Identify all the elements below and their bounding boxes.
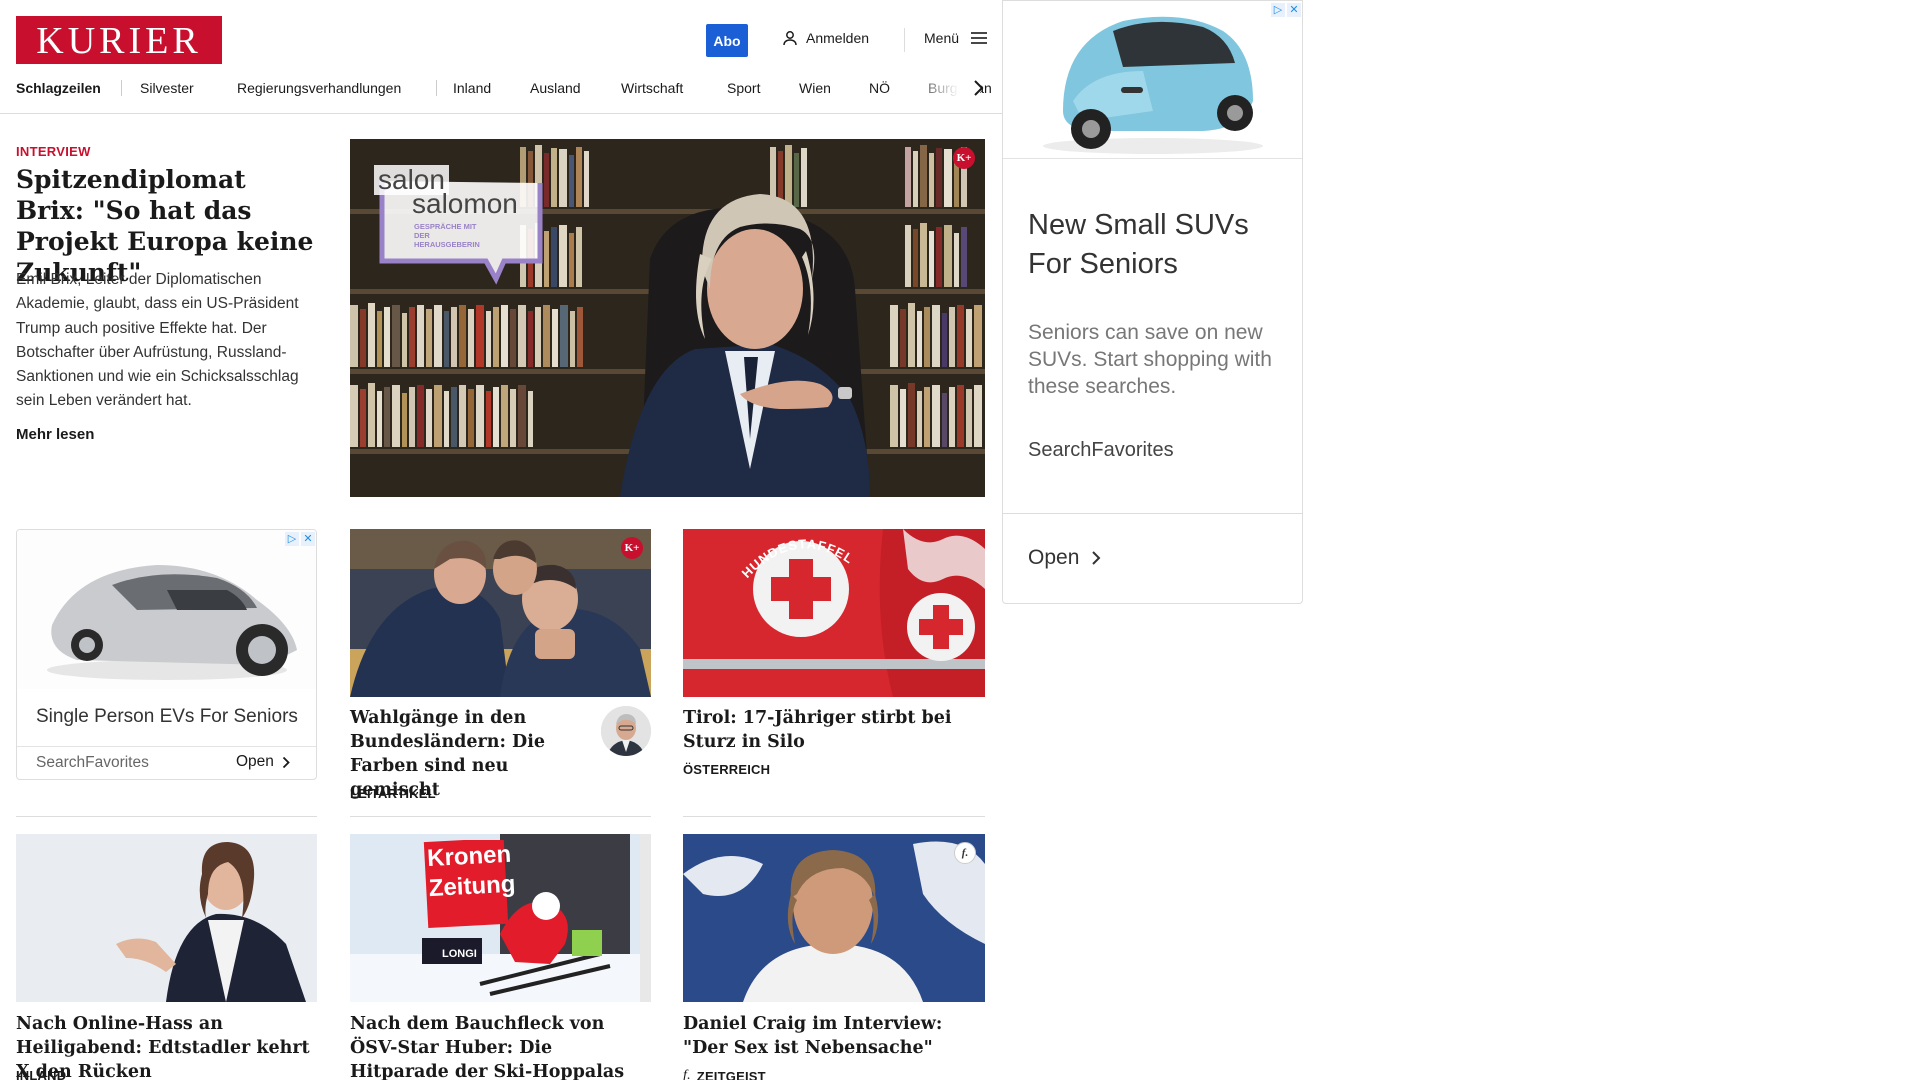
- article-title[interactable]: Daniel Craig im Interview: "Der Sex ist …: [683, 1012, 985, 1060]
- adchoices-icon[interactable]: ▷: [1271, 3, 1285, 17]
- article-category[interactable]: ÖSTERREICH: [683, 762, 770, 777]
- nav-item-inland[interactable]: Inland: [453, 80, 491, 96]
- menu-label: Menü: [924, 30, 960, 46]
- ad-title[interactable]: New Small SUVs For Seniors: [1028, 206, 1278, 284]
- header-bottom-border: [0, 113, 1003, 114]
- ad-choices[interactable]: ▷ ✕: [1271, 3, 1301, 17]
- ad-close-icon[interactable]: ✕: [1287, 3, 1301, 17]
- zeitgeist-icon: f.: [683, 1068, 691, 1080]
- nav-fade: [910, 74, 980, 104]
- user-icon: [783, 31, 797, 46]
- premium-badge: K+: [953, 147, 975, 169]
- zeitgeist-badge: f.: [954, 842, 976, 864]
- ad-source: SearchFavorites: [36, 754, 149, 771]
- article-category-row[interactable]: f. ZEITGEIST: [683, 1068, 766, 1080]
- row-divider: [683, 816, 985, 817]
- nav-item-regierungsverhandlungen[interactable]: Regierungsverhandlungen: [237, 80, 401, 96]
- nav-item-wirtschaft[interactable]: Wirtschaft: [621, 80, 683, 96]
- ad-divider: [17, 746, 316, 747]
- nav-item-sport[interactable]: Sport: [727, 80, 760, 96]
- article-title[interactable]: Tirol: 17-Jähriger stirbt bei Sturz in S…: [683, 706, 985, 754]
- ad-description: Seniors can save on new SUVs. Start shop…: [1028, 321, 1272, 398]
- ad-image-divider: [1003, 158, 1302, 159]
- ad-image: [17, 530, 316, 689]
- author-avatar: [601, 706, 651, 756]
- nav-item-schlagzeilen[interactable]: Schlagzeilen: [16, 80, 101, 96]
- hero-teaser: Emil Brix, Leiter der Diplomatischen Aka…: [16, 271, 299, 410]
- article-image-tirol[interactable]: HUNDESTAFFEL: [683, 529, 985, 697]
- hundestaffel-label: HUNDESTAFFEL: [739, 536, 857, 579]
- abo-button[interactable]: Abo: [706, 24, 748, 57]
- logo-text: KURIER: [36, 20, 202, 62]
- sign-text-line1: Kronen: [426, 840, 512, 873]
- article-image-edtstadler[interactable]: [16, 834, 317, 1002]
- hamburger-icon: [971, 32, 988, 44]
- premium-badge: K+: [621, 537, 643, 559]
- header-divider: [904, 28, 905, 52]
- article-image-ski[interactable]: Kronen Zeitung LONGI: [350, 834, 651, 1002]
- ad-open-label: Open: [236, 753, 274, 770]
- read-more-link[interactable]: Mehr lesen: [16, 426, 94, 443]
- salon-subtitle: GESPRÄCHE MIT DER HERAUSGEBERIN: [414, 222, 480, 249]
- nav-scroll-right-icon[interactable]: [972, 79, 984, 97]
- nav-item-silvester[interactable]: Silvester: [140, 80, 194, 96]
- ad-image: [1003, 1, 1302, 159]
- ad-divider: [1003, 513, 1302, 514]
- ad-open-button[interactable]: Open: [236, 753, 290, 771]
- ad-title[interactable]: Single Person EVs For Seniors: [36, 706, 298, 728]
- adchoices-icon[interactable]: ▷: [285, 532, 299, 546]
- sponsored-ad-card[interactable]: ▷ ✕ Single Person EVs For Seniors Search…: [16, 529, 317, 780]
- row-divider: [350, 816, 651, 817]
- article-image-wahlgaenge[interactable]: K+: [350, 529, 651, 697]
- longines-text: LONGI: [442, 948, 477, 960]
- nav-divider: [436, 80, 437, 96]
- svg-text:HUNDESTAFFEL: HUNDESTAFFEL: [739, 536, 857, 579]
- ad-open-label: Open: [1028, 546, 1080, 569]
- sign-text-line2: Zeitung: [428, 870, 517, 903]
- nav-item-wien[interactable]: Wien: [799, 80, 831, 96]
- nav-divider: [121, 80, 122, 96]
- hero-kicker: INTERVIEW: [16, 144, 91, 159]
- kronen-zeitung-text: Kronen Zeitung: [426, 840, 517, 904]
- nav-item-noe[interactable]: NÖ: [869, 80, 890, 96]
- login-button[interactable]: Anmelden: [782, 30, 869, 46]
- chevron-right-icon: [282, 756, 290, 768]
- article-title[interactable]: Nach dem Bauchfleck von ÖSV-Star Huber: …: [350, 1012, 651, 1080]
- row-divider: [16, 816, 317, 817]
- article-category[interactable]: INLAND: [16, 1068, 66, 1080]
- article-image-craig[interactable]: f.: [683, 834, 985, 1002]
- main-navigation: Schlagzeilen Silvester Regierungsverhand…: [16, 80, 992, 96]
- article-category[interactable]: LEITARTIKEL: [350, 786, 436, 801]
- kurier-logo[interactable]: KURIER: [16, 16, 222, 64]
- ad-open-button[interactable]: Open: [1028, 546, 1101, 570]
- ad-choices[interactable]: ▷ ✕: [285, 532, 315, 546]
- login-label: Anmelden: [806, 30, 870, 46]
- ad-source: SearchFavorites: [1028, 439, 1174, 461]
- ad-close-icon[interactable]: ✕: [301, 532, 315, 546]
- article-category: ZEITGEIST: [696, 1068, 766, 1080]
- salon-salomon-overlay: salon salomon GESPRÄCHE MIT DER HERAUSGE…: [374, 165, 544, 285]
- menu-button[interactable]: Menü: [924, 30, 988, 46]
- chevron-right-icon: [1092, 551, 1101, 565]
- nav-item-ausland[interactable]: Ausland: [530, 80, 581, 96]
- salon-brand-line2: salomon: [412, 188, 518, 219]
- sidebar-ad[interactable]: ▷ ✕ New Small SUVs For Seniors Seniors c…: [1002, 0, 1303, 604]
